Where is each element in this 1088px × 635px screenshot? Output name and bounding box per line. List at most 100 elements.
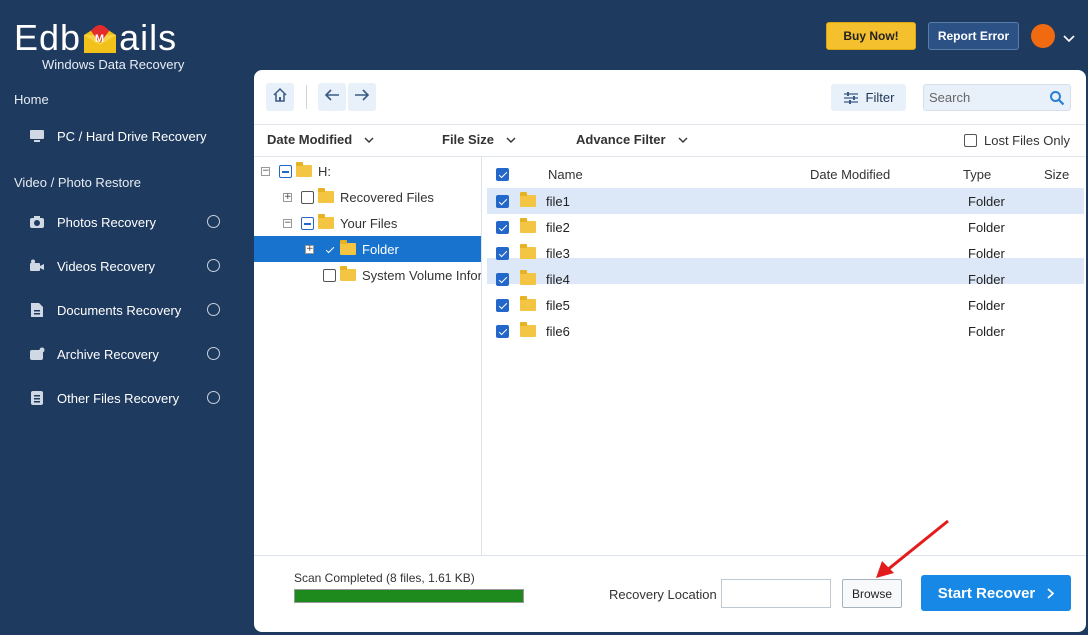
table-row[interactable]: file5 Folder (487, 292, 1084, 318)
start-recover-button[interactable]: Start Recover (921, 575, 1071, 611)
tree-node-root[interactable]: − H: (254, 158, 481, 184)
buy-now-button[interactable]: Buy Now! (826, 22, 916, 50)
advance-filter-label: Advance Filter (576, 132, 666, 147)
search-input[interactable]: Search (923, 84, 1071, 111)
file-name: file4 (546, 271, 570, 287)
main-panel: Filter Search Date Modified File Size Ad… (254, 70, 1086, 632)
date-modified-filter[interactable]: Date Modified (267, 132, 374, 147)
arrow-left-icon (324, 88, 340, 107)
checkbox[interactable] (496, 272, 509, 286)
search-icon[interactable] (1049, 90, 1065, 109)
sliders-icon (843, 91, 859, 105)
back-button[interactable] (318, 83, 346, 111)
lost-files-only-checkbox[interactable]: Lost Files Only (964, 133, 1070, 148)
chevron-down-icon[interactable] (1063, 30, 1075, 48)
radio-button[interactable] (207, 215, 220, 228)
sidebar-item-other-files[interactable]: Other Files Recovery (29, 385, 229, 411)
tree-node-label: H: (318, 163, 331, 179)
file-name: file6 (546, 323, 570, 339)
file-type: Folder (968, 297, 1005, 313)
advance-filter[interactable]: Advance Filter (576, 132, 688, 147)
sidebar-item-videos[interactable]: Videos Recovery (29, 253, 229, 279)
date-modified-filter-label: Date Modified (267, 132, 353, 147)
table-row[interactable]: file4 Folder (487, 266, 1084, 292)
app-logo: Edb M ails Windows Data Recovery (14, 17, 186, 73)
table-row[interactable]: file3 Folder (487, 240, 1084, 266)
radio-button[interactable] (207, 303, 220, 316)
sidebar-item-archive[interactable]: Archive Recovery (29, 341, 229, 367)
toolbar-divider (306, 85, 307, 109)
tree-node-folder[interactable]: + Folder (254, 236, 481, 262)
browse-button[interactable]: Browse (842, 579, 902, 608)
folder-icon (318, 188, 334, 203)
file-size-filter[interactable]: File Size (442, 132, 516, 147)
logo-text-left: Edb (14, 17, 82, 58)
checkbox[interactable] (496, 194, 509, 208)
checkbox[interactable] (279, 164, 292, 178)
home-button[interactable] (266, 83, 294, 111)
checkbox[interactable] (496, 298, 509, 312)
file-size-filter-label: File Size (442, 132, 495, 147)
home-icon (272, 87, 288, 108)
expand-icon[interactable]: + (305, 245, 314, 254)
table-row[interactable]: file6 Folder (487, 318, 1084, 344)
select-all-checkbox[interactable] (496, 168, 509, 181)
search-placeholder: Search (929, 90, 971, 105)
sidebar-item-label: Documents Recovery (57, 302, 182, 318)
sidebar-item-photos[interactable]: Photos Recovery (29, 209, 229, 235)
camera-icon (29, 214, 45, 230)
radio-button[interactable] (207, 391, 220, 404)
logo-text-right: ails (119, 17, 178, 58)
arrow-right-icon (354, 88, 370, 107)
recovery-location-label: Recovery Location (609, 587, 717, 602)
table-row[interactable]: file2 Folder (487, 214, 1084, 240)
divider (254, 124, 1086, 125)
file-name: file1 (546, 193, 570, 209)
checkbox[interactable] (301, 190, 314, 204)
avatar[interactable] (1031, 24, 1055, 48)
column-header-type[interactable]: Type (963, 167, 991, 182)
file-name: file2 (546, 219, 570, 235)
tree-node-system-volume[interactable]: System Volume Infor (254, 262, 481, 288)
table-row[interactable]: file1 Folder (487, 188, 1084, 214)
sidebar-item-label: Other Files Recovery (57, 390, 180, 406)
collapse-icon[interactable]: − (261, 167, 270, 176)
forward-button[interactable] (348, 83, 376, 111)
file-type: Folder (968, 245, 1005, 261)
tree-node-your-files[interactable]: − Your Files (254, 210, 481, 236)
sidebar-item-pc-recovery[interactable]: PC / Hard Drive Recovery (29, 123, 229, 149)
filter-button[interactable]: Filter (831, 84, 906, 111)
checkbox[interactable] (496, 220, 509, 234)
expand-icon[interactable]: + (283, 193, 292, 202)
recovery-location-input[interactable] (721, 579, 831, 608)
sidebar-item-documents[interactable]: Documents Recovery (29, 297, 229, 323)
scan-status: Scan Completed (8 files, 1.61 KB) (294, 571, 475, 585)
report-error-button[interactable]: Report Error (928, 22, 1019, 50)
checkbox[interactable] (964, 134, 977, 147)
document-icon (29, 302, 45, 318)
checkbox[interactable] (323, 268, 336, 282)
column-header-date-modified[interactable]: Date Modified (810, 167, 890, 182)
collapse-icon[interactable]: − (283, 219, 292, 228)
column-header-name[interactable]: Name (548, 167, 583, 182)
file-name: file3 (546, 245, 570, 261)
checkbox[interactable] (301, 216, 314, 230)
checkbox[interactable] (496, 246, 509, 260)
checkbox[interactable] (496, 324, 509, 338)
monitor-icon (29, 128, 45, 144)
tree-node-recovered[interactable]: + Recovered Files (254, 184, 481, 210)
folder-icon (520, 322, 536, 337)
logo-mark-letter: M (95, 33, 105, 45)
tree-node-label: Folder (362, 241, 399, 257)
column-header-size[interactable]: Size (1044, 167, 1069, 182)
chevron-right-icon (1047, 587, 1055, 599)
checkbox[interactable] (323, 242, 336, 256)
chevron-down-icon (506, 137, 516, 143)
file-icon (29, 390, 45, 406)
radio-button[interactable] (207, 347, 220, 360)
sidebar-home-label[interactable]: Home (14, 92, 49, 107)
folder-icon (520, 218, 536, 233)
radio-button[interactable] (207, 259, 220, 272)
envelope-logo-icon: M (82, 21, 118, 55)
tree-node-label: Recovered Files (340, 189, 434, 205)
